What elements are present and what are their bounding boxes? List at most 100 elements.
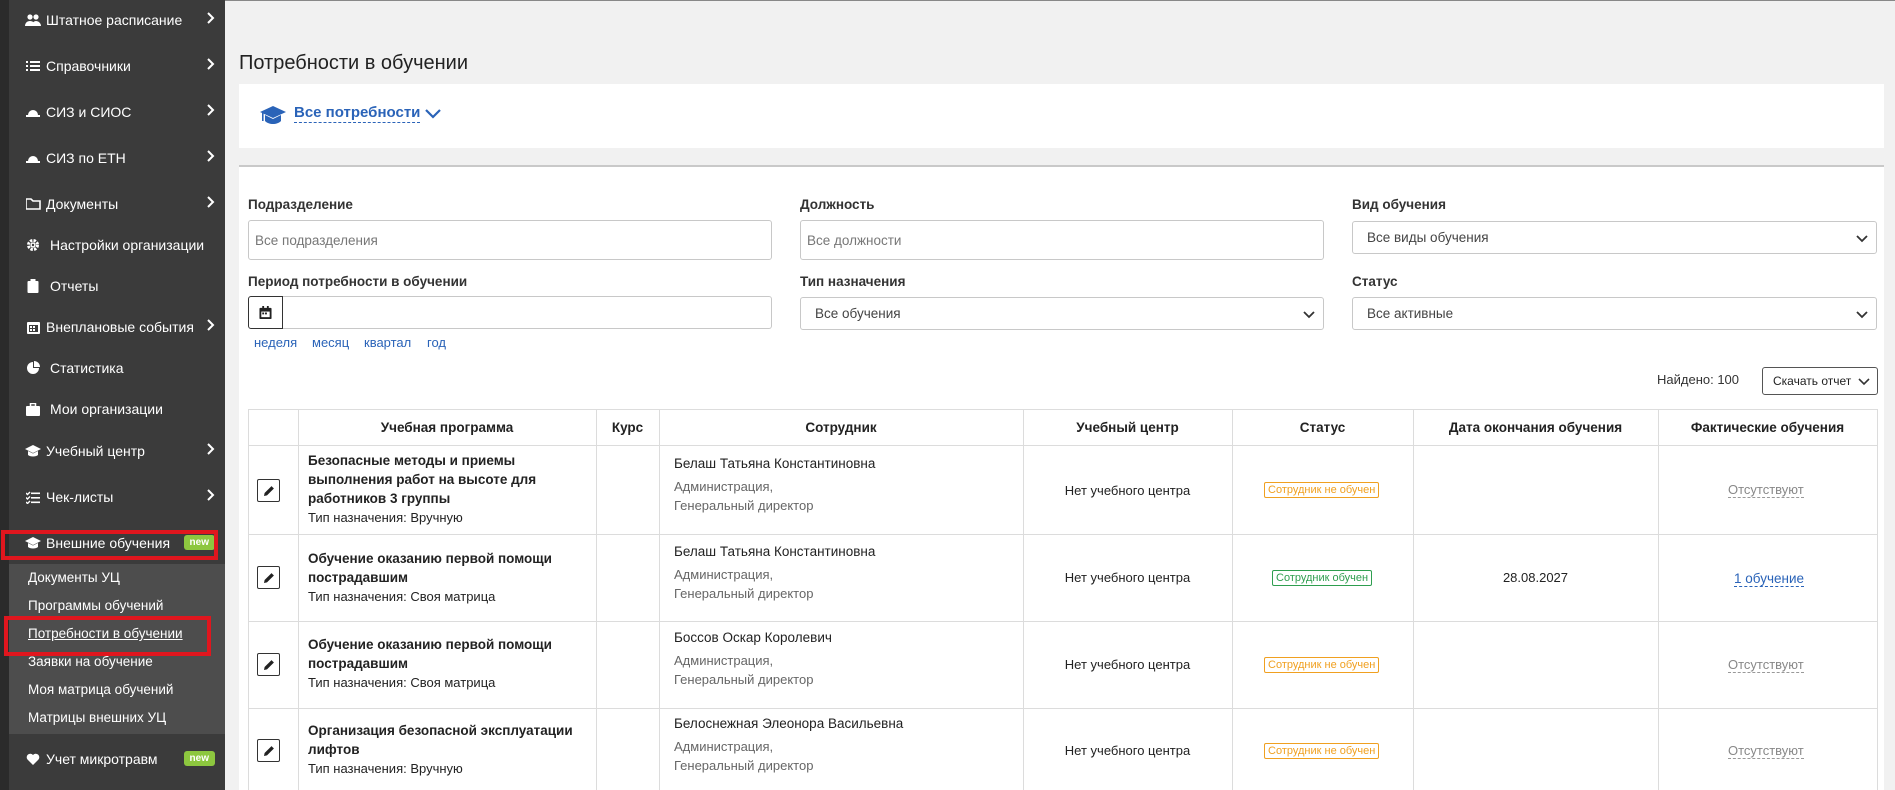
column-header-training-center[interactable]: Учебный центр	[1023, 409, 1232, 445]
submenu-item-my-matrix[interactable]: Моя матрица обучений	[28, 682, 173, 697]
actual-trainings-link[interactable]: Отсутствуют	[1728, 482, 1804, 498]
sidebar-item-staff-schedule[interactable]: Штатное расписание	[9, 0, 225, 43]
sidebar-item-microtrauma[interactable]: Учет микротравм new	[9, 736, 225, 782]
actual-trainings-link[interactable]: Отсутствуют	[1728, 743, 1804, 759]
chevron-down-icon	[1303, 311, 1315, 319]
employee-name[interactable]: Белаш Татьяна Константиновна	[674, 456, 875, 471]
pencil-icon	[263, 745, 274, 756]
submenu-item-tc-documents[interactable]: Документы УЦ	[28, 570, 120, 585]
chevron-right-icon	[207, 12, 215, 24]
status-label: Статус	[1352, 274, 1398, 289]
helmet-icon	[25, 150, 41, 166]
sidebar-item-directories[interactable]: Справочники	[9, 43, 225, 89]
sidebar-item-siz-sios[interactable]: СИЗ и СИОС	[9, 89, 225, 135]
edit-button[interactable]	[257, 739, 280, 762]
period-input[interactable]	[283, 296, 772, 329]
period-quarter-link[interactable]: квартал	[364, 335, 411, 350]
chevron-down-icon[interactable]	[424, 106, 442, 122]
employee-dept: Администрация, Генеральный директор	[674, 739, 814, 773]
program-name[interactable]: Организация безопасной эксплуатации лифт…	[308, 721, 573, 759]
column-header-program[interactable]: Учебная программа	[298, 409, 596, 445]
submenu-item-external-matrices[interactable]: Матрицы внешних УЦ	[28, 710, 166, 725]
calendar-button[interactable]	[248, 296, 283, 329]
period-month-link[interactable]: месяц	[312, 335, 349, 350]
assign-type-label: Тип назначения	[800, 274, 906, 289]
sidebar-item-siz-etn[interactable]: СИЗ по ЕТН	[9, 135, 225, 181]
training-type-select[interactable]: Все виды обучения	[1352, 221, 1877, 254]
column-header-status[interactable]: Статус	[1232, 409, 1413, 445]
assign-type: Тип назначения: Вручную	[308, 510, 463, 525]
employee-dept: Администрация, Генеральный директор	[674, 479, 814, 513]
sidebar-item-training-center[interactable]: Учебный центр	[9, 428, 225, 474]
edit-button[interactable]	[257, 479, 280, 502]
pencil-icon	[263, 485, 274, 496]
column-header-course[interactable]: Курс	[596, 409, 659, 445]
end-date: 28.08.2027	[1502, 570, 1569, 585]
sidebar-item-label: Чек-листы	[46, 489, 114, 505]
edit-button[interactable]	[257, 566, 280, 589]
submenu-item-training-requests[interactable]: Заявки на обучение	[28, 654, 153, 669]
employee-dept: Администрация, Генеральный директор	[674, 653, 814, 687]
period-week-link[interactable]: неделя	[254, 335, 297, 350]
folder-icon	[25, 196, 41, 212]
employee-name[interactable]: Белаш Татьяна Константиновна	[674, 544, 875, 559]
assign-type-select[interactable]: Все обучения	[800, 297, 1324, 330]
found-count: Найдено: 100	[1657, 372, 1740, 387]
sidebar-item-documents[interactable]: Документы	[9, 181, 225, 227]
position-input[interactable]	[800, 220, 1324, 260]
column-header-employee[interactable]: Сотрудник	[659, 409, 1023, 445]
download-report-button[interactable]: Скачать отчет	[1762, 367, 1878, 395]
sidebar-item-reports[interactable]: Отчеты	[9, 263, 225, 309]
chevron-right-icon	[207, 104, 215, 116]
sidebar-item-my-organizations[interactable]: Мои организации	[9, 386, 225, 432]
division-input[interactable]	[248, 220, 772, 260]
clipboard-icon	[25, 278, 41, 294]
table-border	[248, 708, 1878, 709]
graduation-cap-icon	[25, 443, 41, 459]
column-header-end-date[interactable]: Дата окончания обучения	[1413, 409, 1658, 445]
highlight-frame	[1, 530, 218, 560]
training-center: Нет учебного центра	[1064, 657, 1191, 672]
sidebar-item-checklists[interactable]: Чек-листы	[9, 474, 225, 520]
graduation-cap-icon	[260, 106, 286, 124]
chevron-right-icon	[207, 319, 215, 331]
download-report-label: Скачать отчет	[1773, 374, 1852, 388]
chevron-right-icon	[207, 196, 215, 208]
program-name[interactable]: Обучение оказанию первой помощи пострада…	[308, 635, 552, 673]
status-badge: Сотрудник не обучен	[1264, 743, 1380, 759]
chevron-right-icon	[207, 58, 215, 70]
helmet-icon	[25, 104, 41, 120]
edit-button[interactable]	[257, 653, 280, 676]
column-header-actual-trainings[interactable]: Фактические обучения	[1658, 409, 1877, 445]
chevron-down-icon	[1856, 235, 1868, 243]
program-name[interactable]: Обучение оказанию первой помощи пострада…	[308, 549, 552, 587]
actual-trainings-link[interactable]: 1 обучение	[1734, 571, 1804, 587]
calendar-icon	[25, 319, 41, 335]
table-border	[248, 445, 1878, 446]
new-badge: new	[183, 751, 215, 766]
chevron-down-icon	[1856, 311, 1868, 319]
status-badge: Сотрудник обучен	[1272, 570, 1373, 586]
sidebar-item-unplanned-events[interactable]: Внеплановые события	[9, 304, 225, 350]
sidebar-item-label: Справочники	[46, 58, 131, 74]
sidebar-item-label: Отчеты	[50, 278, 99, 294]
pencil-icon	[263, 572, 274, 583]
submenu-item-training-programs[interactable]: Программы обучений	[28, 598, 163, 613]
status-value: Все активные	[1367, 306, 1454, 321]
sidebar-item-label: Статистика	[50, 360, 124, 376]
actual-trainings-link[interactable]: Отсутствуют	[1728, 657, 1804, 673]
table-border	[248, 621, 1878, 622]
status-select[interactable]: Все активные	[1352, 297, 1877, 330]
chevron-right-icon	[207, 150, 215, 162]
program-name[interactable]: Безопасные методы и приемы выполнения ра…	[308, 451, 536, 508]
needs-filter-dropdown[interactable]: Все потребности	[294, 104, 421, 123]
table-border	[248, 534, 1878, 535]
employee-name[interactable]: Белоснежная Элеонора Васильевна	[674, 716, 903, 731]
employee-name[interactable]: Боссов Оскар Королевич	[674, 630, 832, 645]
sidebar-item-statistics[interactable]: Статистика	[9, 345, 225, 391]
table-border	[596, 409, 597, 790]
sidebar-item-org-settings[interactable]: Настройки организации	[9, 222, 225, 268]
division-label: Подразделение	[248, 197, 353, 212]
period-year-link[interactable]: год	[427, 335, 446, 350]
assign-type: Тип назначения: Своя матрица	[308, 589, 496, 604]
